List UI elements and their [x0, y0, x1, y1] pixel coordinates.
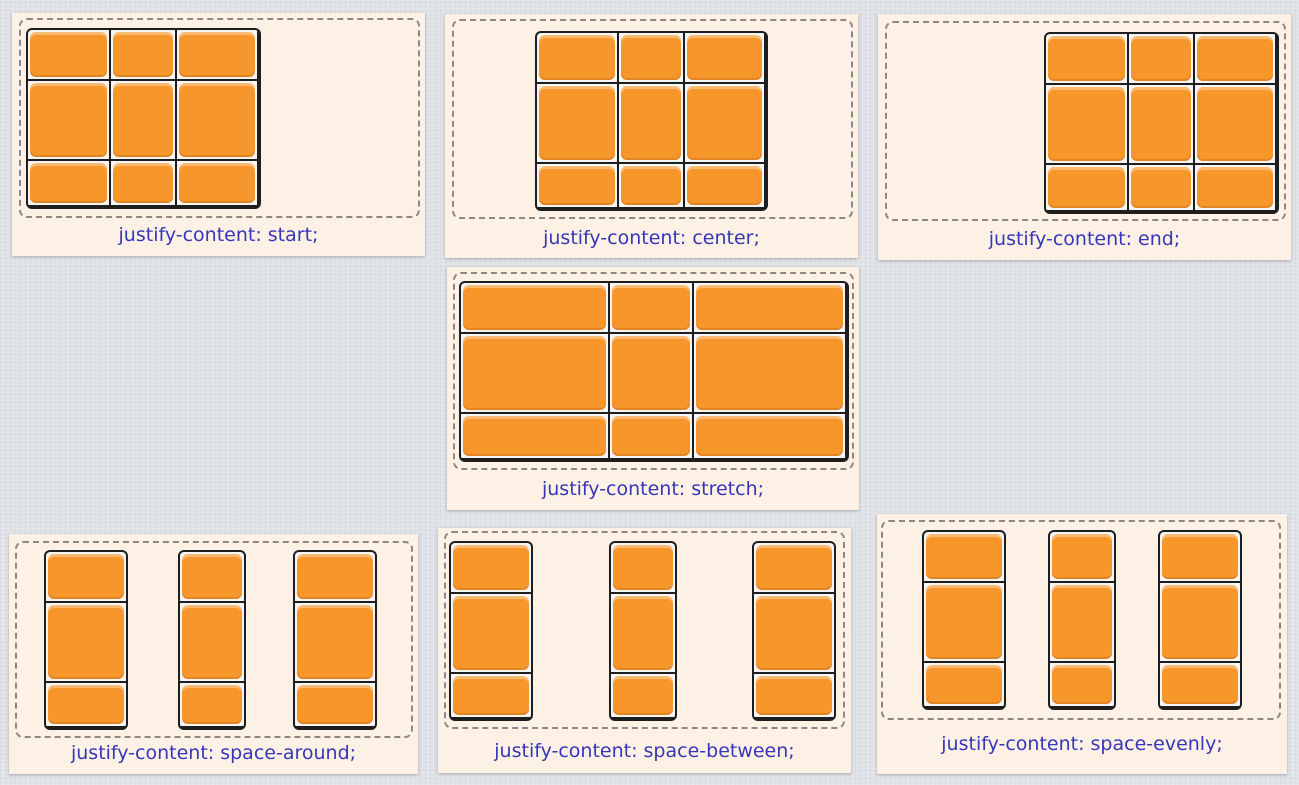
grid-item: [180, 552, 244, 601]
grid-item: [46, 603, 126, 681]
grid-item: [295, 552, 375, 601]
grid-item: [610, 334, 692, 412]
grid-item: [610, 283, 692, 332]
grid-item: [1050, 663, 1114, 706]
grid-item: [177, 81, 257, 159]
grid-column: [752, 541, 836, 721]
grid-item: [1046, 85, 1127, 163]
diagram-caption: justify-content: center;: [543, 227, 760, 249]
grid-item: [754, 543, 834, 592]
grid-item: [451, 674, 531, 717]
grid-item: [180, 683, 244, 726]
grid-item: [177, 161, 257, 205]
grid-item: [28, 81, 109, 159]
grid-item: [685, 84, 764, 162]
grid-item: [610, 414, 692, 458]
grid-item: [611, 674, 675, 717]
grid-column: [1158, 530, 1242, 710]
grid-item: [619, 33, 683, 82]
grid-item: [1195, 165, 1275, 210]
grid-column: [293, 550, 377, 730]
grid-tracks: [26, 28, 261, 209]
grid-item: [685, 164, 764, 207]
grid-item: [537, 84, 617, 162]
grid-item: [461, 283, 608, 332]
grid-column: [922, 530, 1006, 710]
grid-item: [924, 663, 1004, 706]
grid-column: [609, 541, 677, 721]
grid-item: [1050, 583, 1114, 661]
diagram-caption: justify-content: start;: [118, 224, 319, 246]
grid-item: [1046, 165, 1127, 210]
grid-item: [111, 81, 175, 159]
grid-item: [754, 594, 834, 672]
grid-item: [111, 161, 175, 205]
grid-column: [178, 550, 246, 730]
grid-item: [1050, 532, 1114, 581]
grid-item: [1129, 34, 1193, 83]
diagram-caption: justify-content: space-evenly;: [941, 733, 1223, 755]
diagram-end: justify-content: end;: [878, 14, 1291, 260]
grid-item: [1160, 583, 1240, 661]
grid-item: [1129, 85, 1193, 163]
grid-column: [449, 541, 533, 721]
grid-column: [44, 550, 128, 730]
grid-item: [537, 164, 617, 207]
diagram-space-evenly: justify-content: space-evenly;: [877, 514, 1287, 774]
diagram-center: justify-content: center;: [445, 14, 858, 258]
grid-item: [924, 583, 1004, 661]
grid-item: [1160, 663, 1240, 706]
grid-item: [537, 33, 617, 82]
grid-item: [694, 283, 845, 332]
diagram-caption: justify-content: end;: [988, 228, 1181, 250]
grid-item: [451, 594, 531, 672]
grid-item: [619, 84, 683, 162]
grid-item: [180, 603, 244, 681]
grid-item: [1195, 34, 1275, 83]
grid-item: [28, 30, 109, 79]
grid-item: [111, 30, 175, 79]
grid-item: [1195, 85, 1275, 163]
diagram-space-around: justify-content: space-around;: [9, 534, 418, 774]
grid-item: [295, 683, 375, 726]
grid-column: [1048, 530, 1116, 710]
grid-item: [461, 334, 608, 412]
grid-tracks: [535, 31, 768, 211]
grid-item: [611, 543, 675, 592]
grid-item: [1129, 165, 1193, 210]
diagram-caption: justify-content: stretch;: [541, 478, 765, 500]
grid-item: [28, 161, 109, 205]
grid-item: [1160, 532, 1240, 581]
grid-item: [177, 30, 257, 79]
grid-item: [694, 334, 845, 412]
diagram-stretch: justify-content: stretch;: [447, 267, 859, 510]
grid-item: [46, 552, 126, 601]
diagram-caption: justify-content: space-around;: [70, 742, 357, 764]
grid-item: [1046, 34, 1127, 83]
diagram-caption: justify-content: space-between;: [494, 740, 795, 762]
grid-item: [694, 414, 845, 458]
grid-item: [46, 683, 126, 726]
grid-item: [924, 532, 1004, 581]
grid-item: [295, 603, 375, 681]
grid-item: [451, 543, 531, 592]
grid-item: [685, 33, 764, 82]
diagram-start: justify-content: start;: [12, 13, 425, 256]
grid-item: [619, 164, 683, 207]
grid-tracks: [1044, 32, 1279, 214]
grid-tracks: [459, 281, 849, 462]
grid-item: [611, 594, 675, 672]
grid-item: [754, 674, 834, 717]
grid-item: [461, 414, 608, 458]
diagram-space-between: justify-content: space-between;: [438, 528, 851, 773]
